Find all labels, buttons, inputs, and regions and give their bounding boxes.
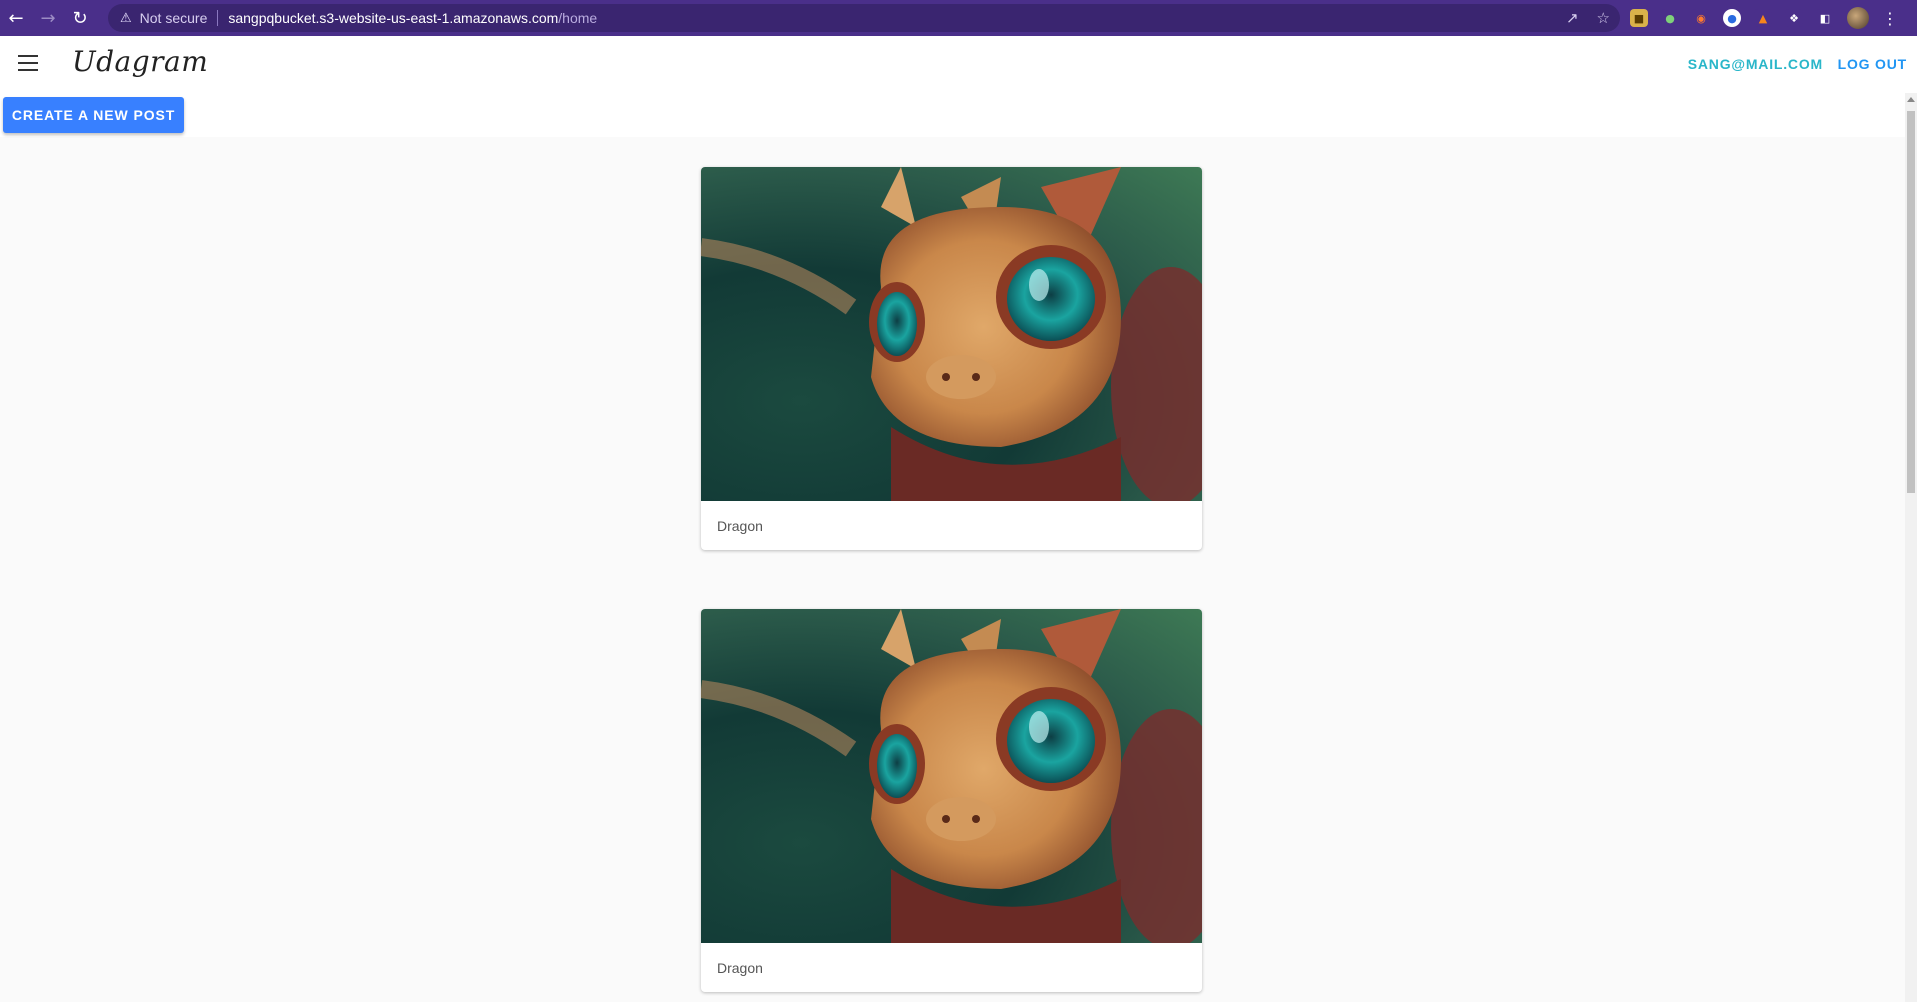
create-post-button[interactable]: CREATE A NEW POST (3, 97, 184, 133)
metamask-icon[interactable]: ▲ (1754, 9, 1772, 27)
extension-icon-3[interactable]: ◉ (1692, 9, 1710, 27)
star-icon[interactable]: ☆ (1597, 9, 1610, 27)
logout-button[interactable]: LOG OUT (1838, 56, 1907, 72)
profile-avatar[interactable] (1847, 7, 1869, 29)
menu-dots-icon[interactable]: ⋮ (1882, 9, 1898, 28)
user-email-link[interactable]: SANG@MAIL.COM (1688, 56, 1823, 72)
extensions-icon[interactable]: ❖ (1785, 9, 1803, 27)
extension-icon-2[interactable]: ● (1661, 9, 1679, 27)
post-image (701, 609, 1202, 943)
warning-icon: ⚠ (120, 10, 132, 26)
post-image (701, 167, 1202, 501)
extension-icon-1[interactable]: ■ (1630, 9, 1648, 27)
url-host: sangpqbucket.s3-website-us-east-1.amazon… (228, 10, 559, 26)
dragon-illustration (701, 167, 1202, 501)
post-card: Dragon (701, 609, 1202, 992)
omnibox-actions: ↗ ☆ (1566, 4, 1610, 32)
hamburger-menu-icon[interactable] (18, 55, 38, 71)
scrollbar[interactable] (1905, 93, 1917, 1002)
post-caption: Dragon (717, 517, 763, 534)
side-panel-icon[interactable]: ◧ (1816, 9, 1834, 27)
not-secure-label[interactable]: Not secure (140, 10, 208, 26)
address-bar[interactable]: ⚠ Not secure sangpqbucket.s3-website-us-… (108, 4, 1620, 32)
scroll-up-arrow-icon[interactable] (1907, 97, 1915, 102)
divider (217, 10, 219, 26)
scrollbar-thumb[interactable] (1907, 111, 1915, 493)
extension-icon-4[interactable]: ● (1723, 9, 1741, 27)
action-strip (0, 93, 1905, 137)
dragon-illustration (701, 609, 1202, 943)
app-toolbar: Udagram SANG@MAIL.COM LOG OUT (0, 36, 1917, 93)
forward-arrow-icon[interactable]: → (32, 0, 64, 36)
brand-logo[interactable]: Udagram (72, 45, 208, 78)
reload-icon[interactable]: ↻ (64, 0, 96, 36)
extensions-bar: ■ ● ◉ ● ▲ ❖ ◧ ⋮ (1630, 0, 1898, 36)
post-caption: Dragon (717, 959, 763, 976)
back-arrow-icon[interactable]: ← (0, 0, 32, 36)
browser-toolbar: ← → ↻ ⚠ Not secure sangpqbucket.s3-websi… (0, 0, 1917, 36)
post-card: Dragon (701, 167, 1202, 550)
share-icon[interactable]: ↗ (1566, 9, 1579, 27)
url-path: /home (558, 10, 598, 26)
